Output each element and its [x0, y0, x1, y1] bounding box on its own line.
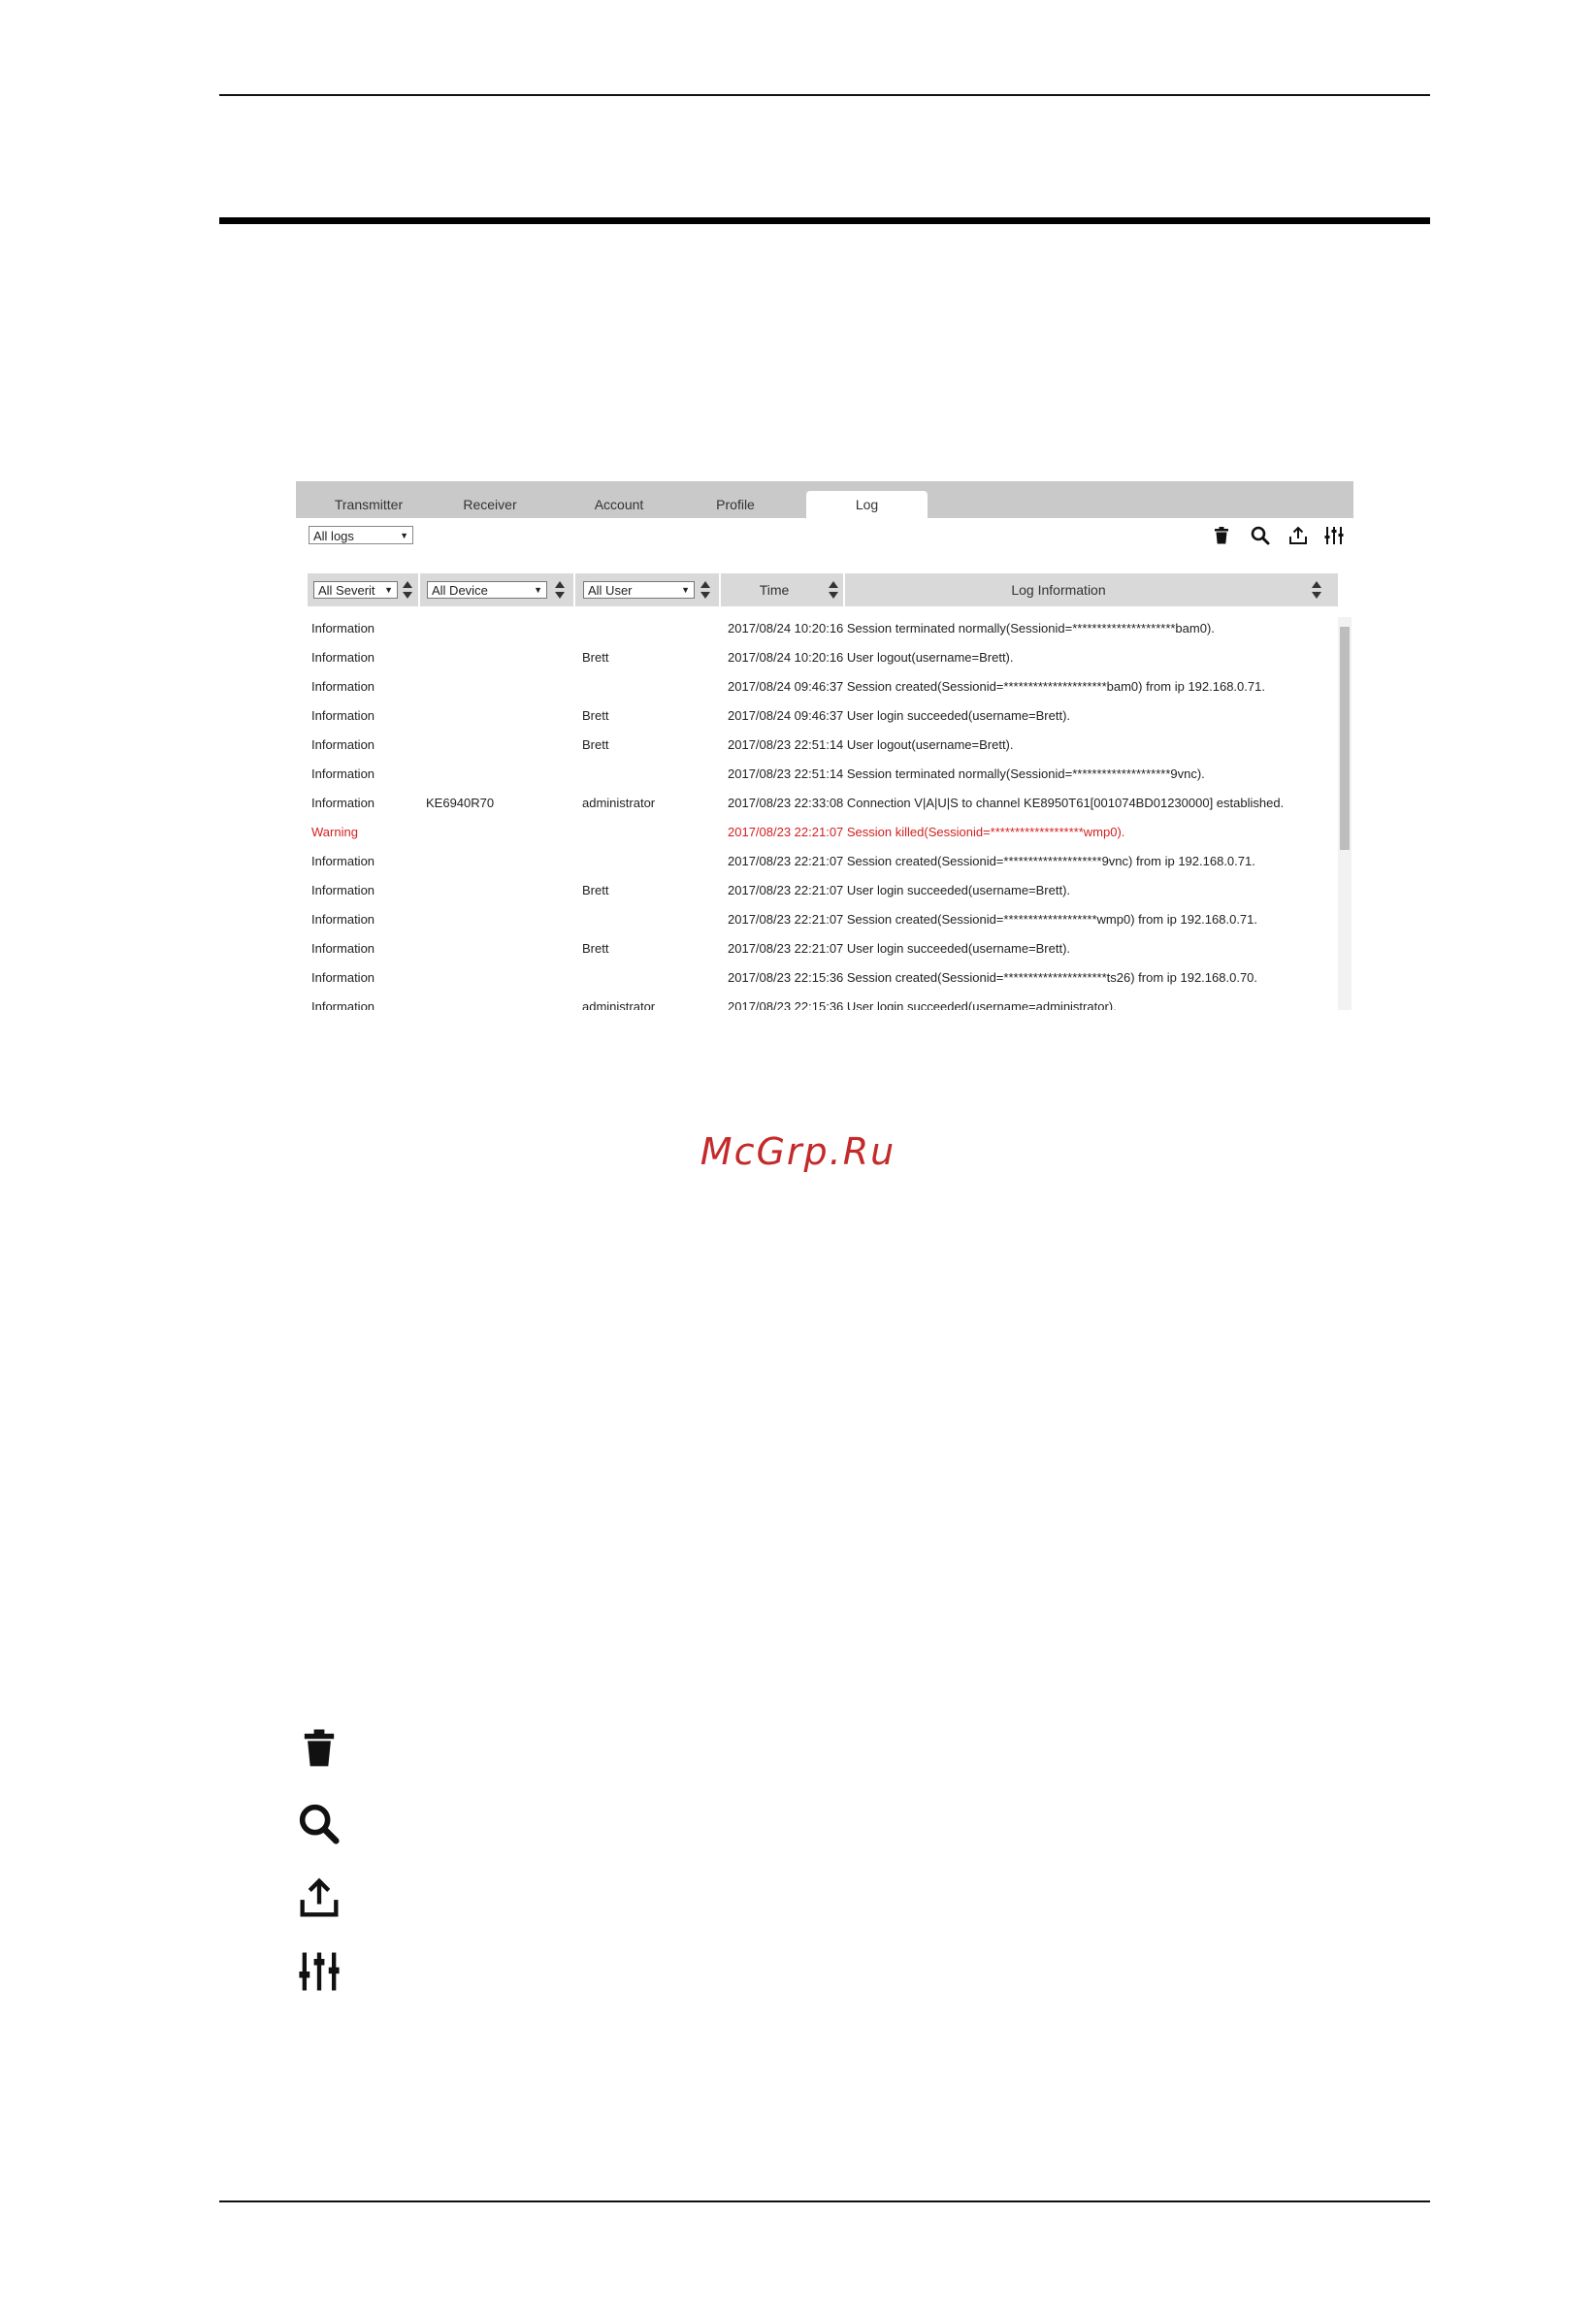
section-rule	[219, 217, 1430, 224]
cell-severity: Information	[311, 621, 375, 636]
search-icon	[299, 1804, 340, 1844]
cell-device: KE6940R70	[426, 796, 495, 810]
info-label: Log Information	[1011, 582, 1106, 598]
table-header: All Severit ▼ All Device ▼ All User ▼ Ti…	[308, 573, 1338, 606]
cell-log-entry: 2017/08/23 22:21:07 User login succeeded…	[728, 941, 1071, 956]
cell-user: Brett	[582, 708, 609, 723]
chevron-down-icon: ▼	[534, 585, 542, 595]
chevron-down-icon: ▼	[681, 585, 690, 595]
severity-header: All Severit ▼	[308, 573, 420, 606]
chevron-down-icon: ▼	[384, 585, 393, 595]
log-type-select[interactable]: All logs ▼	[309, 526, 413, 544]
device-filter-value: All Device	[432, 583, 488, 598]
cell-log-entry: 2017/08/23 22:21:07 Session created(Sess…	[728, 854, 1255, 868]
severity-filter-value: All Severit	[318, 583, 375, 598]
table-row[interactable]: Information Brett 2017/08/24 10:20:16 User…	[296, 643, 1339, 672]
cell-user: Brett	[582, 941, 609, 956]
watermark: McGrp.Ru	[700, 1130, 896, 1173]
cell-log-entry: 2017/08/24 10:20:16 User logout(username…	[728, 650, 1014, 665]
cell-severity: Information	[311, 679, 375, 694]
cell-log-entry: 2017/08/23 22:15:36 User login succeeded…	[728, 999, 1117, 1010]
cell-severity: Information	[311, 708, 375, 723]
cell-user: Brett	[582, 650, 609, 665]
cell-log-entry: 2017/08/23 22:21:07 User login succeeded…	[728, 883, 1071, 897]
cell-log-entry: 2017/08/24 09:46:37 Session created(Sess…	[728, 679, 1265, 694]
cell-severity: Information	[311, 912, 375, 927]
table-row[interactable]: Information 2017/08/24 10:20:16 Session t…	[296, 614, 1339, 643]
bottom-rule	[219, 2200, 1430, 2202]
sort-icon[interactable]	[700, 579, 711, 601]
user-filter-value: All User	[588, 583, 633, 598]
cell-user: administrator	[582, 796, 656, 810]
table-row[interactable]: Information Brett 2017/08/23 22:51:14 User…	[296, 731, 1339, 760]
trash-icon	[304, 1729, 335, 1767]
cell-user: Brett	[582, 737, 609, 752]
cell-user: administrator	[582, 999, 656, 1010]
cell-severity: Information	[311, 970, 375, 985]
table-row[interactable]: Information 2017/08/23 22:51:14 Session t…	[296, 760, 1339, 789]
sort-icon[interactable]	[828, 579, 839, 601]
cell-severity: Information	[311, 650, 375, 665]
device-filter[interactable]: All Device ▼	[427, 581, 547, 599]
tab-bar: Transmitter Receiver Account Profile Log	[296, 481, 1353, 518]
table-row[interactable]: Information 2017/08/24 09:46:37 Session c…	[296, 672, 1339, 701]
sort-icon[interactable]	[554, 579, 566, 601]
cell-log-entry: 2017/08/23 22:21:07 Session killed(Sessi…	[728, 825, 1125, 839]
scrollbar-thumb[interactable]	[1340, 627, 1350, 850]
device-header: All Device ▼	[420, 573, 575, 606]
log-screenshot: Transmitter Receiver Account Profile Log…	[296, 481, 1353, 1010]
cell-severity: Information	[311, 796, 375, 810]
cell-log-entry: 2017/08/24 10:20:16 Session terminated n…	[728, 621, 1215, 636]
tab-receiver[interactable]: Receiver	[441, 491, 538, 518]
table-row[interactable]: Information 2017/08/23 22:15:36 Session c…	[296, 963, 1339, 993]
tab-log[interactable]: Log	[806, 491, 928, 518]
cell-log-entry: 2017/08/23 22:15:36 Session created(Sess…	[728, 970, 1258, 985]
settings-sliders-icon	[299, 1952, 340, 1991]
table-row[interactable]: Information administrator 2017/08/23 22:15…	[296, 993, 1339, 1010]
time-header[interactable]: Time	[721, 573, 845, 606]
sort-icon[interactable]	[1311, 579, 1322, 601]
severity-filter[interactable]: All Severit ▼	[313, 581, 398, 599]
table-row[interactable]: Warning 2017/08/23 22:21:07 Session kille…	[296, 818, 1339, 847]
cell-severity: Information	[311, 883, 375, 897]
cell-severity: Information	[311, 999, 375, 1010]
cell-log-entry: 2017/08/23 22:33:08 Connection V|A|U|S t…	[728, 796, 1285, 810]
cell-severity: Information	[311, 854, 375, 868]
top-rule	[219, 94, 1430, 96]
table-row[interactable]: Information Brett 2017/08/23 22:21:07 User…	[296, 934, 1339, 963]
table-row[interactable]: Information 2017/08/23 22:21:07 Session c…	[296, 847, 1339, 876]
user-header: All User ▼	[575, 573, 721, 606]
cell-log-entry: 2017/08/23 22:51:14 User logout(username…	[728, 737, 1014, 752]
cell-log-entry: 2017/08/24 09:46:37 User login succeeded…	[728, 708, 1071, 723]
export-icon[interactable]	[1287, 524, 1310, 547]
table-row[interactable]: Information Brett 2017/08/24 09:46:37 User…	[296, 701, 1339, 731]
export-icon	[300, 1877, 339, 1917]
cell-user: Brett	[582, 883, 609, 897]
sort-icon[interactable]	[402, 579, 413, 601]
search-icon[interactable]	[1249, 524, 1272, 547]
table-row[interactable]: Information KE6940R70 administrator 2017/08…	[296, 789, 1339, 818]
table-row[interactable]: Information 2017/08/23 22:21:07 Session c…	[296, 905, 1339, 934]
time-label: Time	[759, 582, 790, 598]
cell-severity: Warning	[311, 825, 358, 839]
trash-icon[interactable]	[1210, 524, 1233, 547]
user-filter[interactable]: All User ▼	[583, 581, 695, 599]
cell-severity: Information	[311, 737, 375, 752]
table-row[interactable]: Information Brett 2017/08/23 22:21:07 User…	[296, 876, 1339, 905]
scrollbar[interactable]	[1338, 617, 1352, 1010]
cell-log-entry: 2017/08/23 22:51:14 Session terminated n…	[728, 766, 1205, 781]
cell-severity: Information	[311, 766, 375, 781]
cell-severity: Information	[311, 941, 375, 956]
log-type-value: All logs	[313, 529, 354, 543]
tab-account[interactable]: Account	[570, 491, 668, 518]
cell-log-entry: 2017/08/23 22:21:07 Session created(Sess…	[728, 912, 1257, 927]
tab-transmitter[interactable]: Transmitter	[320, 491, 417, 518]
chevron-down-icon: ▼	[400, 531, 408, 540]
info-header[interactable]: Log Information	[845, 573, 1338, 606]
tab-profile[interactable]: Profile	[687, 491, 784, 518]
settings-sliders-icon[interactable]	[1322, 524, 1346, 547]
